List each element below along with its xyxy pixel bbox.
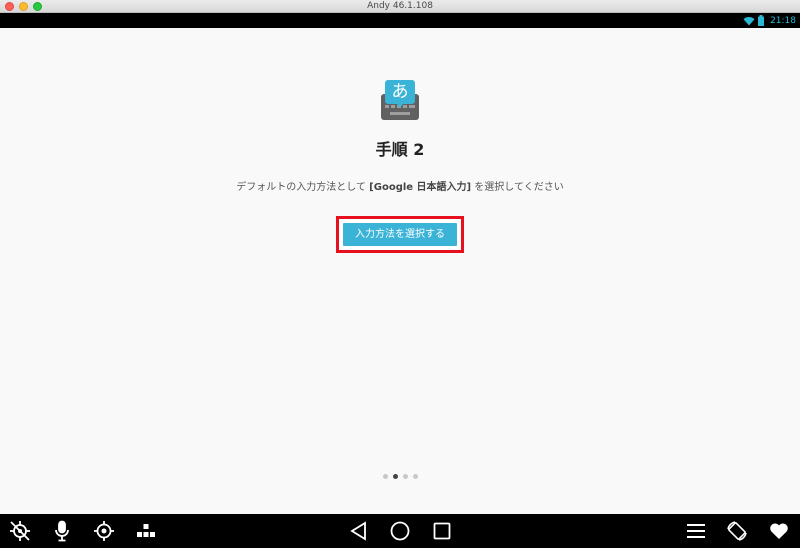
window-titlebar: Andy 46.1.108 <box>0 0 800 13</box>
page-dot-1 <box>382 474 388 479</box>
recents-square-icon[interactable] <box>431 520 453 542</box>
setup-step-screen: あ 手順 2 デフォルトの入力方法として [Google 日本語入力] を選択し… <box>0 28 800 514</box>
description-prefix: デフォルトの入力方法として <box>236 182 370 193</box>
android-navigation-bar <box>0 514 800 548</box>
microphone-icon[interactable] <box>51 520 73 542</box>
kana-glyph: あ <box>391 82 409 102</box>
android-status-bar: 21:18 <box>0 13 800 28</box>
rotate-screen-icon[interactable] <box>726 520 748 542</box>
page-dot-2-active <box>392 474 398 479</box>
back-triangle-icon[interactable] <box>348 520 370 542</box>
select-input-method-button[interactable]: 入力方法を選択する <box>343 223 457 246</box>
menu-icon[interactable] <box>685 520 707 542</box>
page-dot-4 <box>412 474 418 479</box>
status-clock: 21:18 <box>770 15 796 26</box>
location-off-icon[interactable] <box>9 520 31 542</box>
step-title: 手順 2 <box>375 140 425 159</box>
page-indicator <box>0 474 800 479</box>
heart-icon[interactable] <box>768 520 790 542</box>
home-circle-icon[interactable] <box>389 520 411 542</box>
page-dot-3 <box>402 474 408 479</box>
keymap-icon[interactable] <box>135 520 157 542</box>
description-ime-name: [Google 日本語入力] <box>369 182 472 193</box>
gps-target-icon[interactable] <box>93 520 115 542</box>
description-suffix: を選択してください <box>471 182 564 193</box>
step-description: デフォルトの入力方法として [Google 日本語入力] を選択してください <box>0 178 800 193</box>
red-highlight-box: 入力方法を選択する <box>336 216 464 253</box>
google-japanese-input-keyboard-icon: あ <box>376 78 424 126</box>
window-title: Andy 46.1.108 <box>367 1 433 11</box>
